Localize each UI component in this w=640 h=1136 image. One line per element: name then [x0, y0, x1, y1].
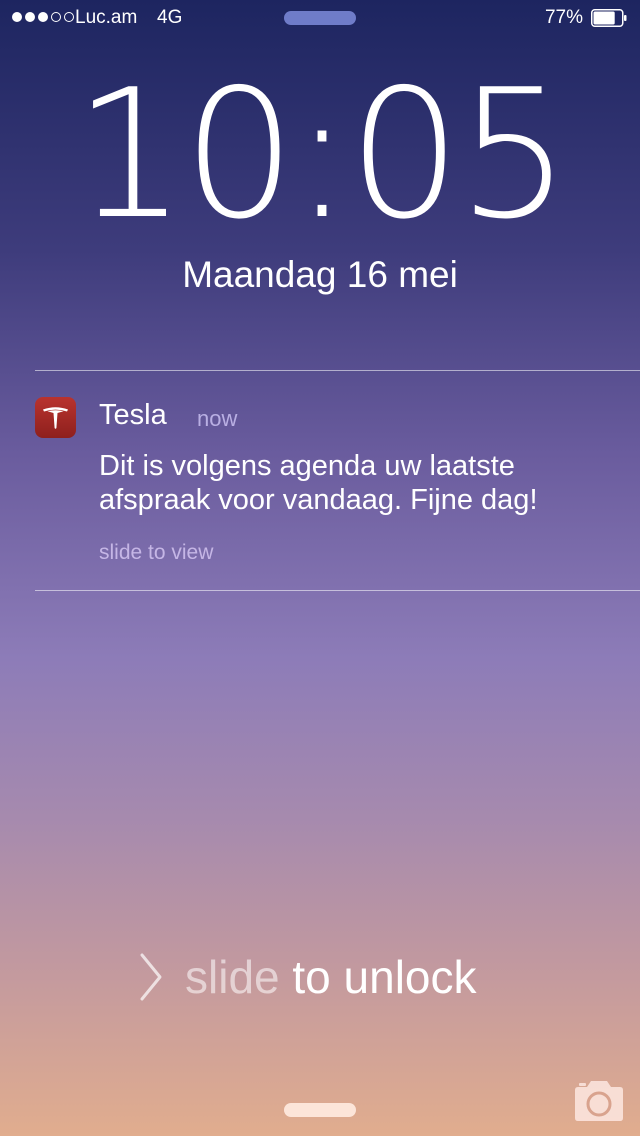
- signal-dot: [38, 12, 48, 22]
- control-center-handle[interactable]: [284, 1103, 356, 1117]
- notification-divider-bottom: [35, 590, 640, 591]
- lock-clock: 10:05: [73, 51, 571, 258]
- signal-dot: [12, 12, 22, 22]
- notification-time: now: [197, 406, 238, 431]
- signal-dot: [51, 12, 61, 22]
- notification-center-handle[interactable]: [284, 11, 356, 25]
- lock-screen: Luc.am 4G 77% 10:05 Maandag 16 mei Tesla…: [0, 0, 640, 1136]
- tesla-logo-icon: [35, 397, 76, 438]
- camera-icon[interactable]: [571, 1080, 627, 1122]
- notification-body: Dit is volgens agenda uw laatste afspraa…: [99, 450, 538, 516]
- notification-divider-top: [35, 370, 640, 371]
- network-type: 4G: [157, 7, 183, 28]
- notification-app-name: Tesla: [99, 399, 167, 431]
- chevron-right-icon: [140, 953, 162, 1001]
- slide-to-unlock-text: to unlock: [279, 951, 477, 1003]
- notification-action-hint: slide to view: [99, 541, 214, 564]
- carrier-name: Luc.am: [75, 7, 138, 28]
- slide-to-unlock-dim-text: slide: [185, 951, 280, 1003]
- slide-to-unlock[interactable]: slide to unlock: [185, 950, 477, 1004]
- lock-date: Maandag 16 mei: [182, 254, 458, 295]
- status-bar: Luc.am 4G 77%: [0, 0, 640, 38]
- signal-strength-icon: [12, 12, 74, 22]
- signal-dot: [64, 12, 74, 22]
- battery-icon: [591, 9, 627, 27]
- battery-percent: 77%: [544, 7, 583, 28]
- signal-dot: [25, 12, 35, 22]
